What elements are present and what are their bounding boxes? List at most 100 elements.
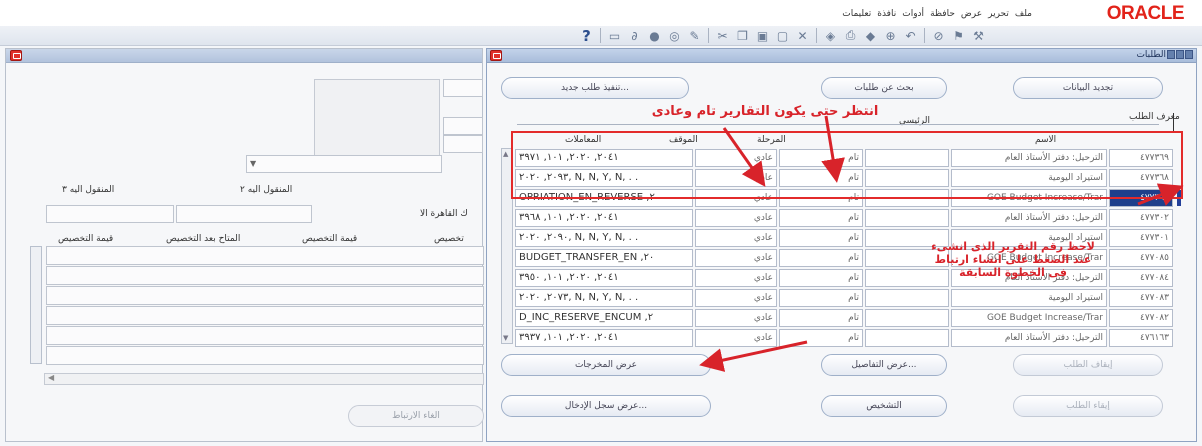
delete-icon[interactable]: ✕: [794, 27, 811, 44]
parameters-cell[interactable]: D_INC_RESERVE_ENCUM ,٢: [515, 309, 693, 327]
menu-bar: ملف تحرير عرض حافظة أدوات نافذة تعليمات …: [0, 0, 1202, 26]
translate-icon[interactable]: ◈: [822, 27, 839, 44]
edit-icon[interactable]: ✎: [686, 27, 703, 44]
window-control-icon[interactable]: [490, 50, 502, 61]
status-cell[interactable]: عادي: [695, 309, 777, 327]
text-field[interactable]: [443, 79, 483, 97]
menu-window[interactable]: نافذة: [877, 9, 896, 19]
parameters-cell[interactable]: BUDGET_TRANSFER_EN ,٢٠: [515, 249, 693, 267]
refresh-data-button[interactable]: تجديد البيانات: [1013, 77, 1163, 99]
flag-icon[interactable]: ⚑: [950, 27, 967, 44]
search-icon[interactable]: ◎: [666, 27, 683, 44]
phase-cell[interactable]: تام: [779, 269, 863, 287]
status-cell[interactable]: عادي: [695, 209, 777, 227]
menu-tools[interactable]: أدوات: [902, 9, 924, 19]
phase-cell[interactable]: تام: [779, 229, 863, 247]
parameters-cell[interactable]: ٢٠٤١, ٢٠٢٠, ١٠١, ٣٩٥٠: [515, 269, 693, 287]
menu-file[interactable]: ملف: [1015, 9, 1032, 19]
menu-help[interactable]: تعليمات: [842, 9, 871, 19]
table-row[interactable]: ٢٠٤١, ٢٠٢٠, ١٠١, ٣٩٦٨ عادي تام الترحيل: دفت…: [487, 208, 1198, 228]
table-row[interactable]: ٢٠٤١, ٢٠٢٠, ١٠١, ٣٩٣٧ عادي تام الترحيل: دفت…: [487, 328, 1198, 348]
name-cell[interactable]: GOE Budget Increase/Trar: [951, 309, 1107, 327]
parent-cell[interactable]: [865, 309, 949, 327]
close-icon[interactable]: [1185, 50, 1193, 59]
text-field[interactable]: [46, 205, 174, 223]
diagnostics-button[interactable]: التشخيص: [821, 395, 947, 417]
name-cell[interactable]: الترحيل: دفتر الأستاذ العام: [951, 209, 1107, 227]
maximize-icon[interactable]: [1176, 50, 1184, 59]
menu-folder[interactable]: حافظة: [930, 9, 955, 19]
request-id-cell[interactable]: ٤٧٦١٦٣: [1109, 329, 1173, 347]
grid-row[interactable]: [46, 286, 484, 305]
toolbar: ? ▭ ∂ ● ◎ ✎ ✂ ❐ ▣ ▢ ✕ ◈ ⎙ ◆ ⊕ ↶ ⊘ ⚑ ⚒: [0, 26, 1202, 46]
table-row[interactable]: ٢٠٧٣, ٢٠٢٠, N, N, Y, N, . . عادي تام استيرا…: [487, 288, 1198, 308]
view-output-button[interactable]: عرض المخرجات: [501, 354, 711, 376]
menu-edit[interactable]: تحرير: [988, 9, 1009, 19]
phase-cell[interactable]: تام: [779, 309, 863, 327]
submit-new-request-button[interactable]: تنفيذ طلب جديد...: [501, 77, 689, 99]
cancel-request-button[interactable]: إيقاف الطلب: [1013, 354, 1163, 376]
folder-icon[interactable]: ▭: [606, 27, 623, 44]
table-row[interactable]: D_INC_RESERVE_ENCUM ,٢ عادي تام GOE Budget …: [487, 308, 1198, 328]
name-cell[interactable]: استيراد اليومية: [951, 289, 1107, 307]
grid-row[interactable]: [46, 306, 484, 325]
grid-row[interactable]: [46, 246, 484, 265]
vertical-scrollbar[interactable]: [30, 246, 42, 364]
grid-row[interactable]: [46, 326, 484, 345]
view-details-button[interactable]: عرض التفاصيل...: [821, 354, 947, 376]
help-icon[interactable]: ?: [578, 27, 595, 45]
horizontal-scrollbar[interactable]: ◀: [44, 373, 484, 385]
save-icon[interactable]: ◆: [862, 27, 879, 44]
parent-cell[interactable]: [865, 209, 949, 227]
cut-icon[interactable]: ✂: [714, 27, 731, 44]
new-icon[interactable]: ▢: [774, 27, 791, 44]
menu-view[interactable]: عرض: [961, 9, 982, 19]
request-id-cell[interactable]: ٤٧٧٠٨٥: [1109, 249, 1173, 267]
status-cell[interactable]: عادي: [695, 289, 777, 307]
budget-transfer-window: ▼ المنقول اليه ٣ المنقول اليه ٢ ك القاهر…: [5, 48, 484, 442]
phase-cell[interactable]: تام: [779, 209, 863, 227]
paste-icon[interactable]: ▣: [754, 27, 771, 44]
parameters-cell[interactable]: ٢٠٧٣, ٢٠٢٠, N, N, Y, N, . .: [515, 289, 693, 307]
request-id-cell[interactable]: ٤٧٧٠٨٢: [1109, 309, 1173, 327]
menu-items: ملف تحرير عرض حافظة أدوات نافذة تعليمات: [842, 9, 1032, 19]
view-log-button[interactable]: عرض سجل الإدخال...: [501, 395, 711, 417]
status-cell[interactable]: عادي: [695, 329, 777, 347]
find-requests-button[interactable]: بحث عن طلبات: [821, 77, 947, 99]
status-cell[interactable]: عادي: [695, 229, 777, 247]
attach-icon[interactable]: ∂: [626, 27, 643, 44]
phase-cell[interactable]: تام: [779, 289, 863, 307]
phase-cell[interactable]: تام: [779, 329, 863, 347]
text-field[interactable]: [443, 135, 483, 153]
request-id-cell[interactable]: ٤٧٧٠٨٤: [1109, 269, 1173, 287]
request-id-cell[interactable]: ٤٧٧٠٨٣: [1109, 289, 1173, 307]
parameters-cell[interactable]: ٢٠٩٠, ٢٠٢٠, N, N, Y, N, . .: [515, 229, 693, 247]
request-id-cell[interactable]: ٤٧٧٣٠١: [1109, 229, 1173, 247]
select-field[interactable]: ▼: [246, 155, 442, 173]
parent-cell[interactable]: [865, 329, 949, 347]
grid-row[interactable]: [46, 266, 484, 285]
tools-icon[interactable]: ⚒: [970, 27, 987, 44]
copy-icon[interactable]: ❐: [734, 27, 751, 44]
globe-icon[interactable]: ●: [646, 27, 663, 44]
minimize-icon[interactable]: [1167, 50, 1175, 59]
window-control-icon[interactable]: [10, 50, 22, 61]
parameters-cell[interactable]: ٢٠٤١, ٢٠٢٠, ١٠١, ٣٩٦٨: [515, 209, 693, 227]
cancel-link-button[interactable]: الغاء الارتباط: [348, 405, 484, 427]
name-cell[interactable]: الترحيل: دفتر الأستاذ العام: [951, 329, 1107, 347]
grid-row[interactable]: [46, 346, 484, 365]
undo-icon[interactable]: ↶: [902, 27, 919, 44]
forbid-icon[interactable]: ⊘: [930, 27, 947, 44]
print-icon[interactable]: ⎙: [842, 27, 859, 44]
text-field[interactable]: [443, 117, 483, 135]
oracle-logo: ORACLE: [1106, 3, 1185, 24]
parent-cell[interactable]: [865, 289, 949, 307]
text-field[interactable]: [176, 205, 312, 223]
phase-cell[interactable]: تام: [779, 249, 863, 267]
status-cell[interactable]: عادي: [695, 269, 777, 287]
status-cell[interactable]: عادي: [695, 249, 777, 267]
parameters-cell[interactable]: ٢٠٤١, ٢٠٢٠, ١٠١, ٣٩٣٧: [515, 329, 693, 347]
hold-request-button[interactable]: إيقاء الطلب: [1013, 395, 1163, 417]
request-id-cell[interactable]: ٤٧٧٣٠٢: [1109, 209, 1173, 227]
zoom-icon[interactable]: ⊕: [882, 27, 899, 44]
